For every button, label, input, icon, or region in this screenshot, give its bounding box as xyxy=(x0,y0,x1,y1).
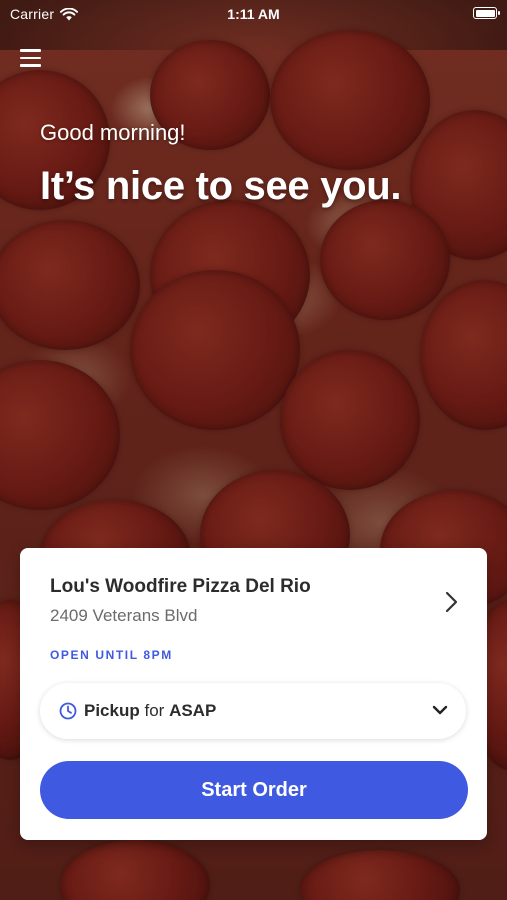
chevron-down-icon xyxy=(432,705,448,715)
start-order-button[interactable]: Start Order xyxy=(40,761,468,819)
store-name[interactable]: Lou's Woodfire Pizza Del Rio xyxy=(50,576,311,598)
store-card: Lou's Woodfire Pizza Del Rio 2409 Vetera… xyxy=(20,548,487,840)
hamburger-menu-icon[interactable] xyxy=(20,48,42,68)
store-address: 2409 Veterans Blvd xyxy=(50,606,198,625)
battery-icon xyxy=(473,7,500,19)
greeting-title: It’s nice to see you. xyxy=(40,164,402,208)
order-mode-value: Pickup xyxy=(84,701,140,720)
order-mode-connector: for xyxy=(144,701,165,720)
order-time-value: ASAP xyxy=(169,701,217,720)
store-hours-status: OPEN UNTIL 8PM xyxy=(50,648,173,662)
chevron-right-icon[interactable] xyxy=(441,590,461,614)
status-time: 1:11 AM xyxy=(227,6,280,22)
status-bar: Carrier 1:11 AM xyxy=(0,0,507,30)
order-mode-text: Pickup for ASAP xyxy=(84,701,216,721)
clock-icon xyxy=(59,702,77,720)
greeting-subtitle: Good morning! xyxy=(40,120,186,145)
order-mode-select[interactable]: Pickup for ASAP xyxy=(40,683,466,739)
